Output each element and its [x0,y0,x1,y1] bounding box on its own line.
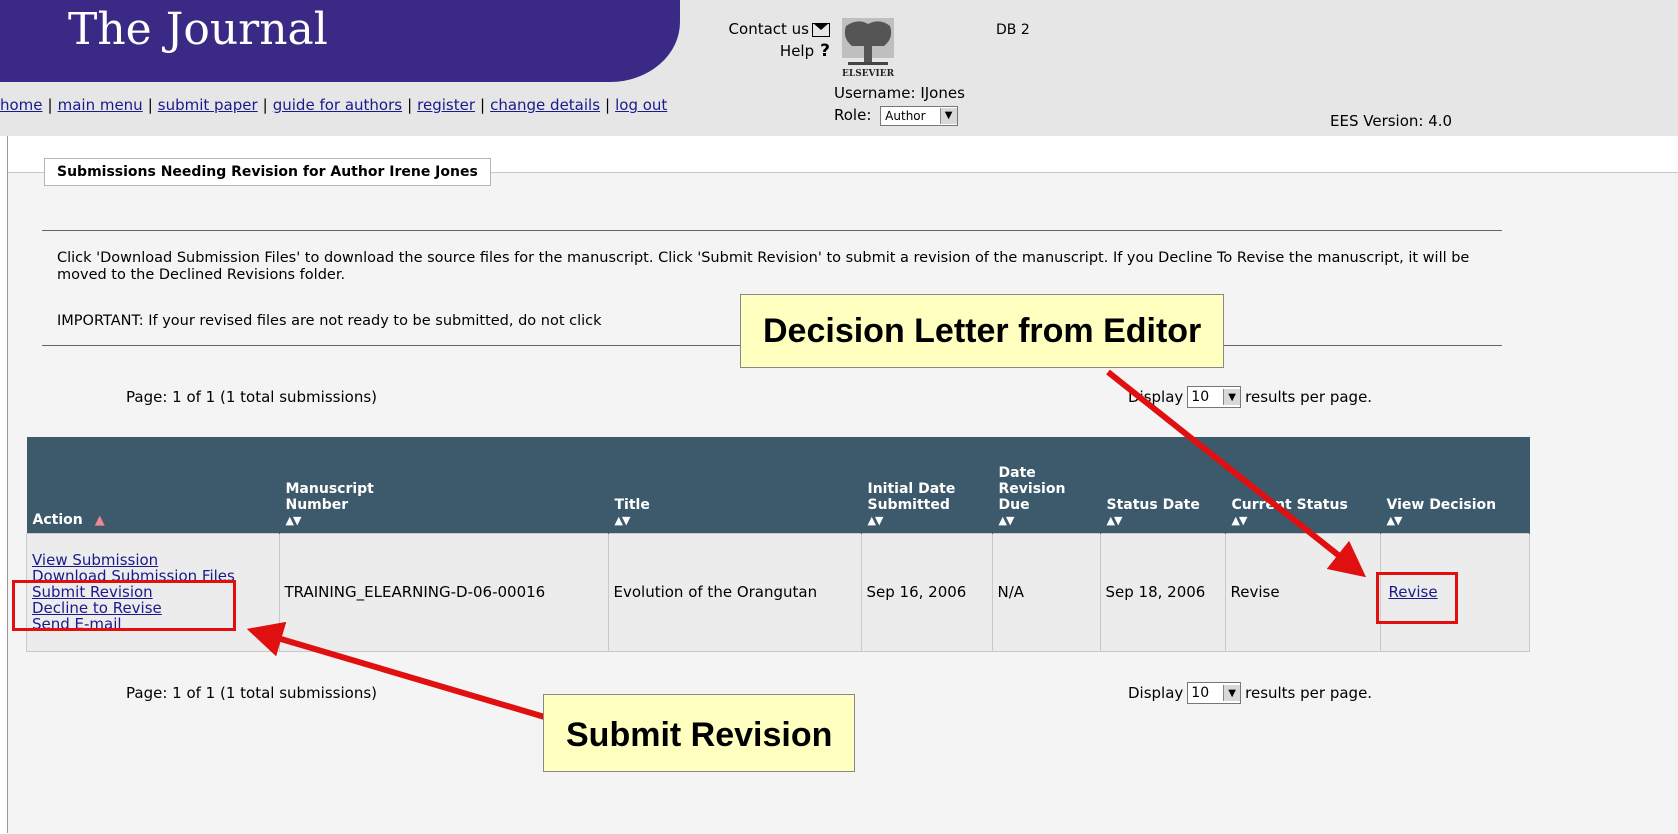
arrow-to-view-decision [1106,369,1367,578]
callout-decision-letter: Decision Letter from Editor [740,294,1225,368]
callout-submit-revision: Submit Revision [543,694,856,772]
arrow-to-submit-revision [246,621,549,721]
